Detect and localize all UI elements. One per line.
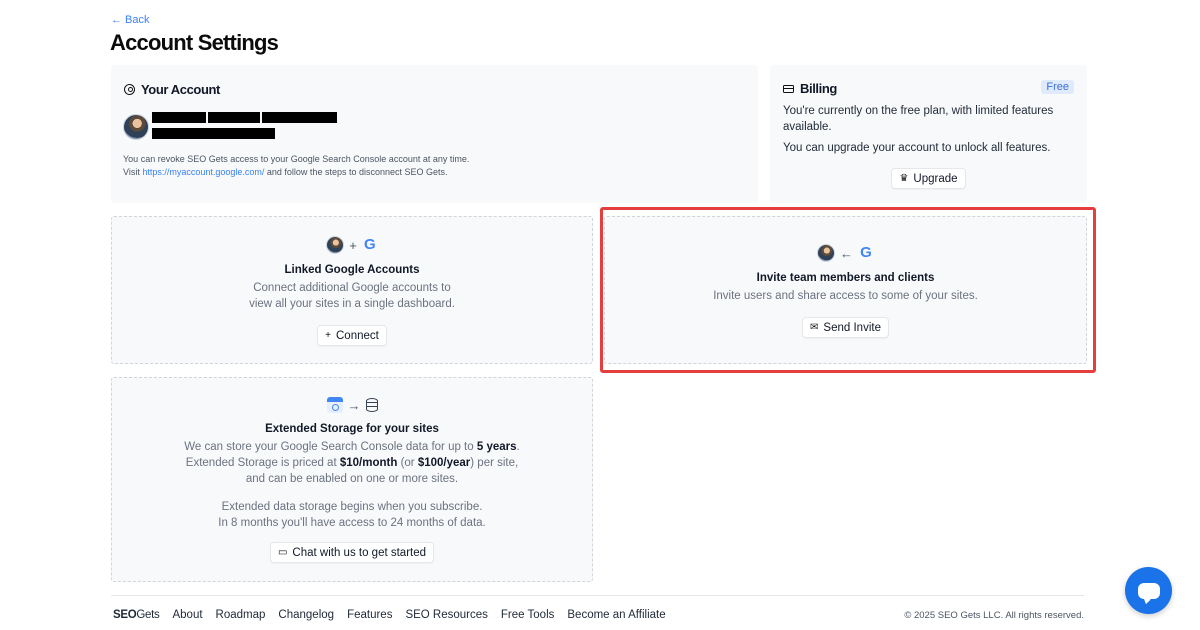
connect-button[interactable]: + Connect	[317, 325, 387, 346]
plan-text: You're currently on the free plan, with …	[783, 105, 1054, 133]
logo-bold: SEO	[113, 609, 137, 621]
google-account-link[interactable]: https://myaccount.google.com/	[142, 167, 264, 177]
footer-link-about[interactable]: About	[172, 609, 202, 621]
search-console-icon	[326, 397, 343, 413]
connect-label: Connect	[336, 329, 379, 342]
avatar-icon	[326, 236, 345, 254]
linked-title: Linked Google Accounts	[284, 264, 420, 276]
mail-icon: ✉	[810, 322, 819, 333]
footer-divider	[111, 595, 1084, 596]
plan-badge: Free	[1041, 80, 1074, 94]
avatar	[123, 114, 149, 140]
visit-suffix: and follow the steps to disconnect SEO G…	[264, 167, 448, 177]
text: Extended Storage is priced at	[185, 457, 340, 469]
storage-icons: →	[112, 397, 592, 413]
invite-icons: ← G	[605, 244, 1086, 262]
copyright: © 2025 SEO Gets LLC. All rights reserved…	[904, 610, 1084, 621]
plus-icon: +	[349, 237, 357, 253]
google-icon: G	[363, 236, 376, 253]
redacted-name-part	[152, 112, 206, 123]
credit-card-icon	[783, 84, 794, 93]
upgrade-text: You can upgrade your account to unlock a…	[783, 142, 1051, 154]
avatar-icon	[817, 244, 835, 262]
extended-storage-card: → Extended Storage for your sites We can…	[111, 377, 593, 582]
visit-line: Visit https://myaccount.google.com/ and …	[123, 166, 469, 179]
text-bold: $10/month	[339, 457, 398, 469]
chat-bubble-icon	[1137, 582, 1160, 599]
storage-line-4: Extended data storage begins when you su…	[221, 501, 483, 513]
text: We can store your Google Search Console …	[184, 441, 477, 453]
user-icon	[124, 84, 135, 95]
google-icon: G	[860, 244, 872, 261]
storage-line-2: Extended Storage is priced at $10/month …	[112, 455, 592, 471]
footer-link-features[interactable]: Features	[347, 609, 392, 621]
storage-desc: We can store your Google Search Console …	[112, 439, 592, 531]
chat-get-started-label: Chat with us to get started	[292, 546, 427, 559]
arrow-right-icon: →	[347, 397, 361, 413]
storage-line-3: and can be enabled on one or more sites.	[245, 473, 459, 485]
linked-desc-line: Connect additional Google accounts to	[253, 282, 451, 294]
invite-desc: Invite users and share access to some of…	[713, 290, 978, 302]
footer-nav: SEOGets About Roadmap Changelog Features…	[113, 609, 666, 621]
footer-link-free-tools[interactable]: Free Tools	[501, 609, 554, 621]
storage-line-1: We can store your Google Search Console …	[112, 439, 592, 455]
invite-team-card: ← G Invite team members and clients Invi…	[604, 216, 1087, 364]
footer-link-affiliate[interactable]: Become an Affiliate	[567, 609, 665, 621]
chat-icon: ▭	[277, 547, 288, 558]
footer-link-roadmap[interactable]: Roadmap	[216, 609, 266, 621]
send-invite-label: Send Invite	[823, 321, 881, 334]
revoke-text: You can revoke SEO Gets access to your G…	[123, 154, 470, 164]
invite-title: Invite team members and clients	[756, 272, 935, 284]
footer-link-changelog[interactable]: Changelog	[278, 609, 334, 621]
redacted-email	[152, 128, 275, 139]
linked-icons: + G	[112, 236, 592, 254]
arrow-left-icon: ←	[840, 245, 853, 261]
storage-title: Extended Storage for your sites	[265, 423, 439, 435]
crown-icon: ♛	[899, 173, 909, 184]
database-icon	[365, 398, 378, 412]
redacted-name-part	[262, 112, 337, 123]
your-account-panel: Your Account You can revoke SEO Gets acc…	[111, 65, 758, 203]
linked-desc-line: view all your sites in a single dashboar…	[249, 298, 455, 310]
footer-link-seo-resources[interactable]: SEO Resources	[405, 609, 487, 621]
redacted-name-part	[208, 112, 260, 123]
your-account-heading: Your Account	[124, 82, 220, 97]
billing-heading: Billing	[783, 81, 837, 96]
footer-logo[interactable]: SEOGets	[113, 609, 160, 621]
plus-icon: +	[325, 330, 331, 341]
text: .	[516, 441, 520, 453]
upgrade-button[interactable]: ♛ Upgrade	[891, 168, 966, 189]
storage-line-5: In 8 months you'll have access to 24 mon…	[218, 517, 486, 529]
logo-rest: Gets	[136, 609, 160, 621]
chat-get-started-button[interactable]: ▭ Chat with us to get started	[269, 542, 435, 563]
linked-accounts-card: + G Linked Google Accounts Connect addit…	[111, 216, 593, 364]
billing-panel: Billing Free You're currently on the fre…	[770, 65, 1087, 203]
text: ) per site,	[470, 457, 519, 469]
your-account-title: Your Account	[141, 82, 220, 97]
text-bold: 5 years	[476, 441, 517, 453]
billing-title: Billing	[800, 81, 837, 96]
revoke-info: You can revoke SEO Gets access to your G…	[123, 153, 469, 179]
page-title: Account Settings	[110, 30, 279, 55]
visit-prefix: Visit	[123, 167, 143, 177]
text: (or	[397, 457, 418, 469]
send-invite-button[interactable]: ✉ Send Invite	[802, 317, 889, 338]
linked-desc: Connect additional Google accounts to vi…	[112, 280, 592, 312]
upgrade-label: Upgrade	[913, 172, 958, 185]
chat-widget-button[interactable]	[1125, 567, 1172, 614]
back-link[interactable]: ← Back	[111, 14, 150, 26]
text-bold: $100/year	[417, 457, 471, 469]
